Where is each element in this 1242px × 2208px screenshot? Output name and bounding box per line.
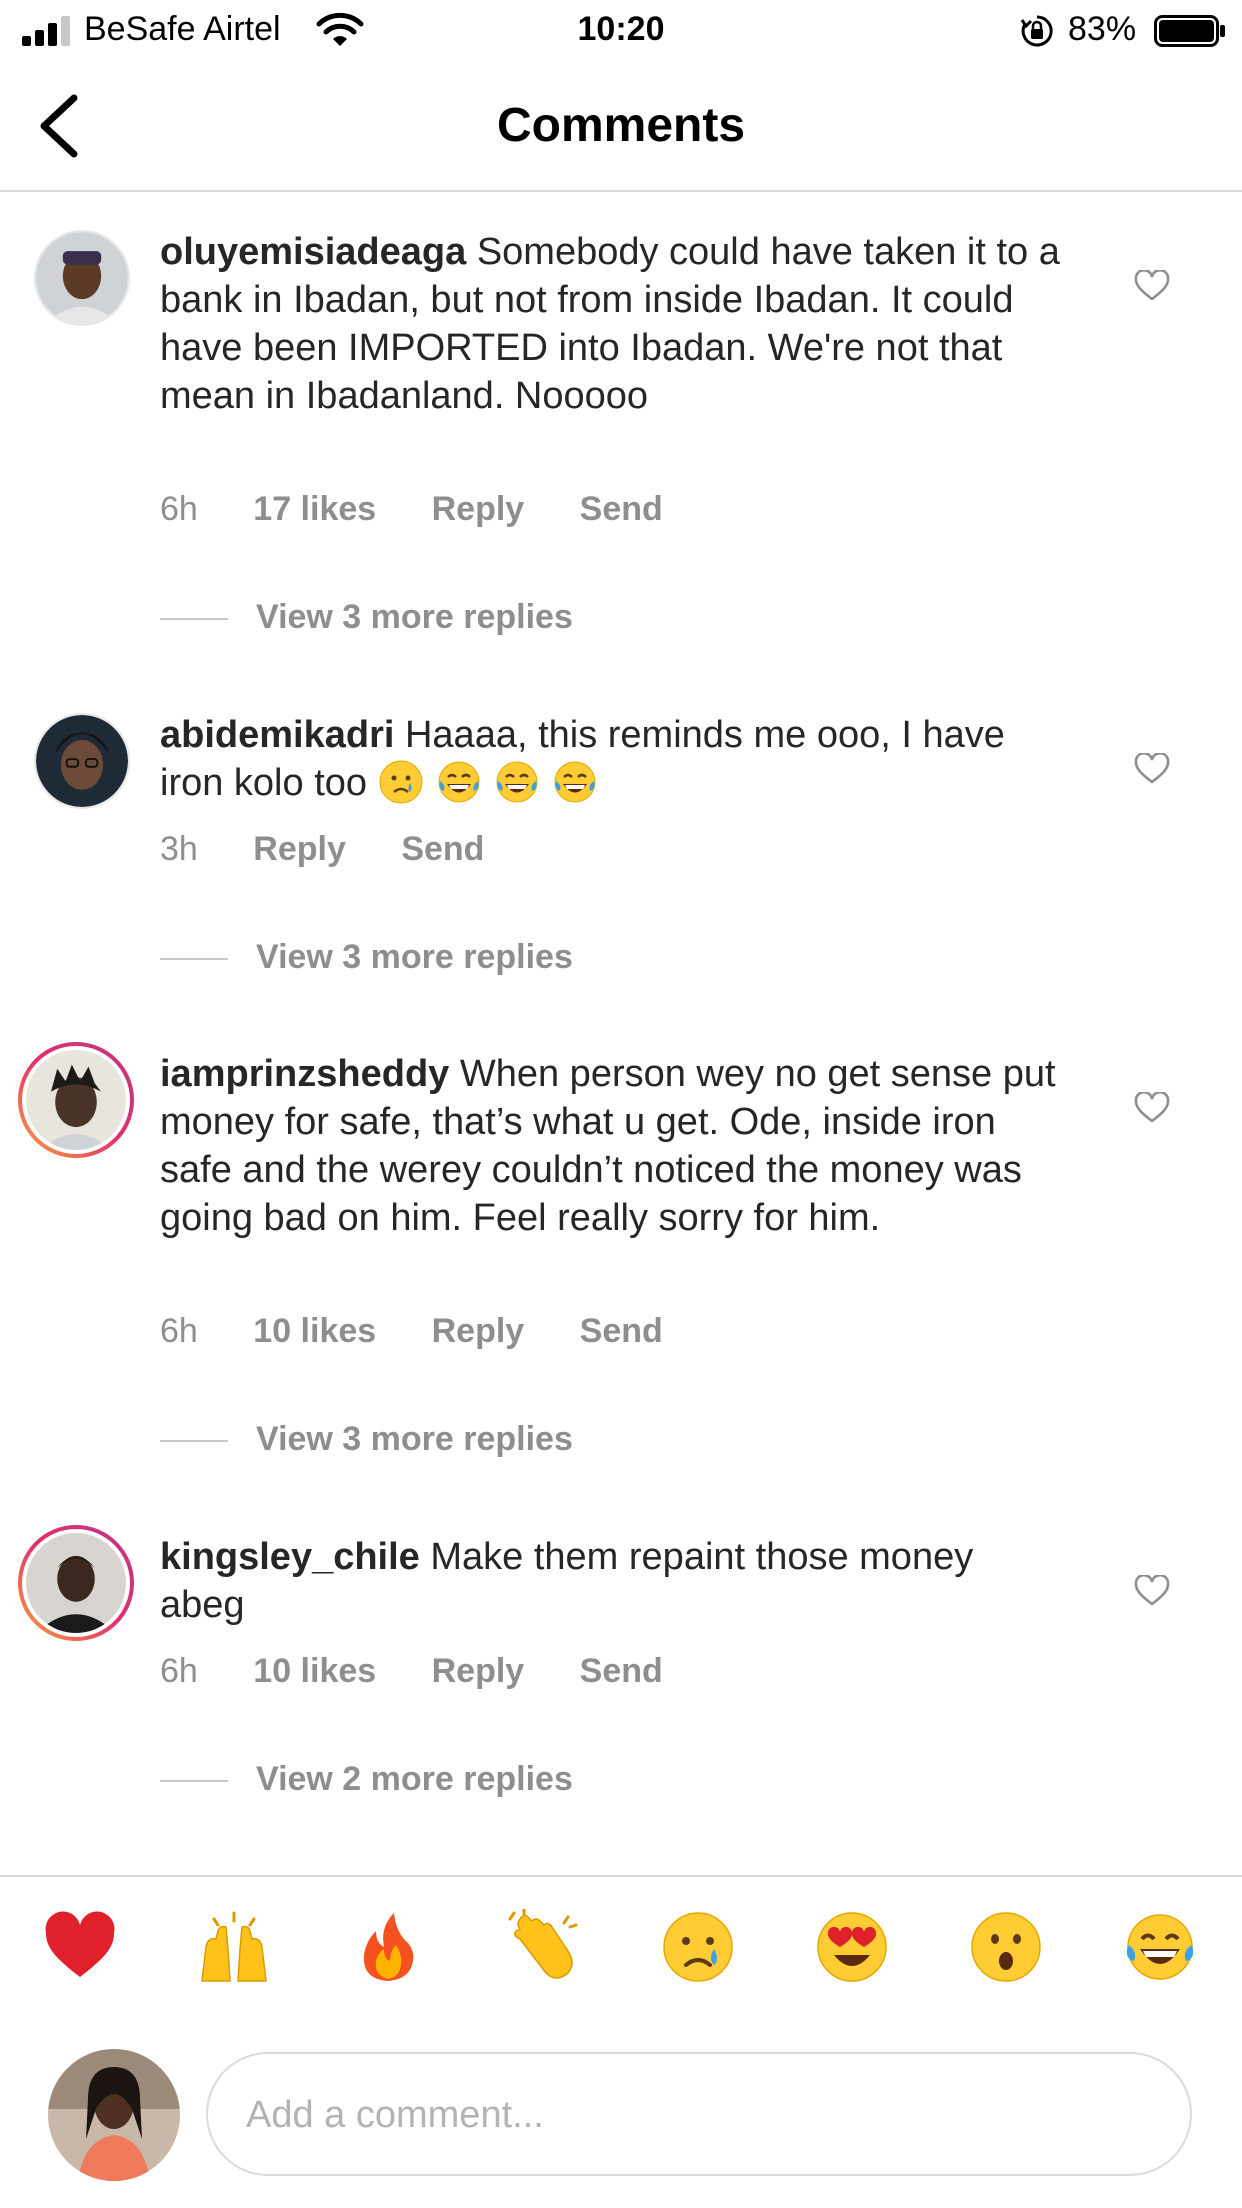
comment-username[interactable]: iamprinzsheddy <box>160 1053 449 1095</box>
battery-percent: 83% <box>1068 10 1137 48</box>
comment-username[interactable]: abidemikadri <box>160 714 394 756</box>
comment-composer <box>0 2015 1242 2208</box>
page-title: Comments <box>496 99 746 152</box>
surprised-face-icon[interactable] <box>968 1909 1044 1985</box>
like-heart-icon[interactable] <box>1134 270 1170 302</box>
view-replies-label: View 3 more replies <box>256 598 573 636</box>
comment-meta: 3h Reply Send <box>160 830 530 869</box>
replies-line <box>160 1440 228 1443</box>
comment-text: oluyemisiadeaga Somebody could have take… <box>160 228 1060 420</box>
rotation-lock-icon <box>1020 15 1053 47</box>
crying-face-emoji <box>379 760 423 804</box>
comment-time: 6h <box>160 1312 198 1350</box>
red-heart-icon[interactable] <box>42 1909 118 1985</box>
clapping-hands-icon[interactable] <box>506 1909 582 1985</box>
avatar[interactable] <box>18 1525 134 1641</box>
my-avatar <box>48 2049 180 2181</box>
emoji-quick-bar <box>0 1875 1242 2015</box>
comment-meta: 6h 10 likes Reply Send <box>160 1312 709 1351</box>
emoji-group <box>378 760 610 804</box>
tears-of-joy-emoji <box>438 761 480 803</box>
heart-eyes-icon[interactable] <box>814 1909 890 1985</box>
view-replies-button[interactable]: View 2 more replies <box>160 1760 573 1799</box>
comment-time: 6h <box>160 490 198 528</box>
reply-button[interactable]: Reply <box>253 830 346 869</box>
tears-of-joy-emoji <box>496 761 538 803</box>
view-replies-button[interactable]: View 3 more replies <box>160 938 573 977</box>
reply-button[interactable]: Reply <box>432 1312 525 1351</box>
comment-time: 6h <box>160 1652 198 1690</box>
view-replies-label: View 3 more replies <box>256 938 573 976</box>
comment-text: kingsley_chile Make them repaint those m… <box>160 1533 1060 1629</box>
send-button[interactable]: Send <box>580 490 663 529</box>
comment-username[interactable]: oluyemisiadeaga <box>160 231 466 273</box>
battery-icon <box>1154 15 1225 47</box>
raising-hands-icon[interactable] <box>196 1909 272 1985</box>
comment-text: iamprinzsheddy When person wey no get se… <box>160 1050 1060 1242</box>
crying-face-icon[interactable] <box>660 1909 736 1985</box>
comments-list[interactable]: oluyemisiadeaga Somebody could have take… <box>0 192 1242 1875</box>
comment-likes[interactable]: 10 likes <box>253 1312 376 1351</box>
send-button[interactable]: Send <box>580 1652 663 1691</box>
header: Comments <box>0 64 1242 192</box>
send-button[interactable]: Send <box>401 830 484 869</box>
comment-meta: 6h 10 likes Reply Send <box>160 1652 709 1691</box>
replies-line <box>160 1780 228 1783</box>
comment-username[interactable]: kingsley_chile <box>160 1536 420 1578</box>
replies-line <box>160 958 228 961</box>
send-button[interactable]: Send <box>580 1312 663 1351</box>
view-replies-button[interactable]: View 3 more replies <box>160 598 573 637</box>
avatar[interactable] <box>34 713 130 809</box>
avatar[interactable] <box>34 230 130 326</box>
comment-likes[interactable]: 17 likes <box>253 490 376 529</box>
reply-button[interactable]: Reply <box>432 490 525 529</box>
avatar[interactable] <box>18 1042 134 1158</box>
comment-input-box[interactable] <box>206 2052 1192 2176</box>
reply-button[interactable]: Reply <box>432 1652 525 1691</box>
fire-icon[interactable] <box>350 1909 426 1985</box>
status-time: 10:20 <box>577 10 665 48</box>
replies-line <box>160 618 228 621</box>
view-replies-button[interactable]: View 3 more replies <box>160 1420 573 1459</box>
like-heart-icon[interactable] <box>1134 753 1170 785</box>
comment-meta: 6h 17 likes Reply Send <box>160 490 709 529</box>
comment-input[interactable] <box>244 2054 1148 2176</box>
view-replies-label: View 3 more replies <box>256 1420 573 1458</box>
comment-likes[interactable]: 10 likes <box>253 1652 376 1691</box>
like-heart-icon[interactable] <box>1134 1575 1170 1607</box>
tears-of-joy-icon[interactable] <box>1122 1909 1198 1985</box>
tears-of-joy-emoji <box>554 761 596 803</box>
view-replies-label: View 2 more replies <box>256 1760 573 1798</box>
like-heart-icon[interactable] <box>1134 1092 1170 1124</box>
comment-text: abidemikadri Haaaa, this reminds me ooo,… <box>160 711 1060 807</box>
comment-time: 3h <box>160 830 198 868</box>
status-bar: BeSafe Airtel 10:20 83% <box>0 0 1242 64</box>
